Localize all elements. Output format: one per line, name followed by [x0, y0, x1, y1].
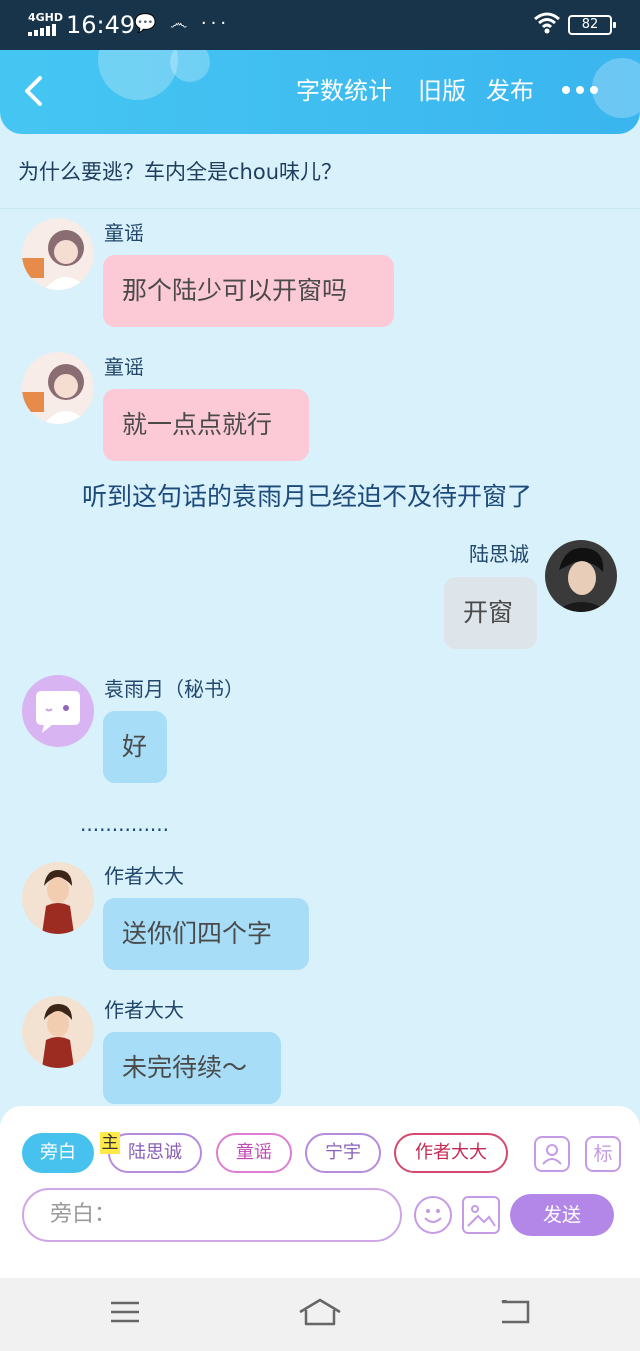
- avatar-tongyao[interactable]: [22, 352, 94, 424]
- message-bubble[interactable]: 就一点点就行: [103, 389, 309, 461]
- main-character-badge: 主: [100, 1132, 120, 1154]
- character-chip-tongyao[interactable]: 童谣: [216, 1133, 292, 1173]
- add-character-icon[interactable]: [534, 1136, 570, 1172]
- avatar-author[interactable]: [22, 862, 94, 934]
- sender-name: 袁雨月（秘书）: [104, 677, 244, 701]
- signal-icon: [28, 24, 58, 36]
- narration-text[interactable]: 听到这句话的袁雨月已经迫不及待开窗了: [82, 481, 532, 513]
- story-title[interactable]: 为什么要逃？车内全是chou味儿？: [18, 158, 342, 186]
- message-bubble[interactable]: 未完待续～: [103, 1032, 281, 1104]
- old-version-button[interactable]: 旧版: [418, 76, 466, 106]
- avatar-lusicheng[interactable]: [545, 540, 617, 612]
- sender-name: 作者大大: [104, 864, 184, 888]
- network-type: 4GHD: [28, 11, 64, 24]
- back-button[interactable]: [18, 74, 52, 108]
- sender-name: 童谣: [104, 221, 144, 245]
- more-icon[interactable]: [562, 86, 598, 96]
- image-icon[interactable]: [462, 1196, 500, 1234]
- character-chip-author[interactable]: 作者大大: [394, 1133, 508, 1173]
- back-nav-icon[interactable]: [498, 1300, 530, 1324]
- decor-bubble: [98, 50, 178, 100]
- clock: 16:49: [66, 11, 136, 39]
- decor-bubble: [592, 58, 640, 118]
- narration-text[interactable]: ..............: [80, 808, 169, 840]
- message-bubble[interactable]: 好: [103, 711, 167, 783]
- menu-icon[interactable]: [110, 1300, 140, 1324]
- emoji-icon[interactable]: [414, 1196, 452, 1234]
- character-chip-lusicheng[interactable]: 陆思诚: [108, 1133, 202, 1173]
- sender-name: 作者大大: [104, 998, 184, 1022]
- notification-icons: 💬 ෴ ···: [134, 13, 231, 34]
- divider: [0, 208, 640, 209]
- character-chip-narrator[interactable]: 旁白: [22, 1133, 94, 1173]
- word-count-button[interactable]: 字数统计: [296, 76, 392, 106]
- status-bar: 4GHD 16:49 💬 ෴ ··· 82: [0, 0, 640, 50]
- message-bubble[interactable]: 那个陆少可以开窗吗: [103, 255, 394, 327]
- message-bubble[interactable]: 开窗: [444, 577, 537, 649]
- send-button[interactable]: 发送: [510, 1194, 614, 1236]
- sender-name: 童谣: [104, 355, 144, 379]
- avatar-tongyao[interactable]: [22, 218, 94, 290]
- wifi-icon: [534, 12, 560, 34]
- battery-icon: 82: [568, 15, 616, 35]
- home-icon[interactable]: [298, 1298, 342, 1326]
- publish-button[interactable]: 发布: [486, 76, 534, 106]
- sender-name: 陆思诚: [469, 542, 529, 566]
- decor-bubble: [170, 50, 210, 82]
- message-bubble[interactable]: 送你们四个字: [103, 898, 309, 970]
- app-header: 字数统计 旧版 发布: [0, 50, 640, 134]
- tag-button[interactable]: 标: [585, 1136, 621, 1172]
- avatar-author[interactable]: [22, 996, 94, 1068]
- character-chip-ningyu[interactable]: 宁宇: [305, 1133, 381, 1173]
- system-nav-bar: [0, 1278, 640, 1351]
- message-input[interactable]: 旁白：: [22, 1188, 402, 1242]
- avatar-yuanyuyue[interactable]: [22, 675, 94, 747]
